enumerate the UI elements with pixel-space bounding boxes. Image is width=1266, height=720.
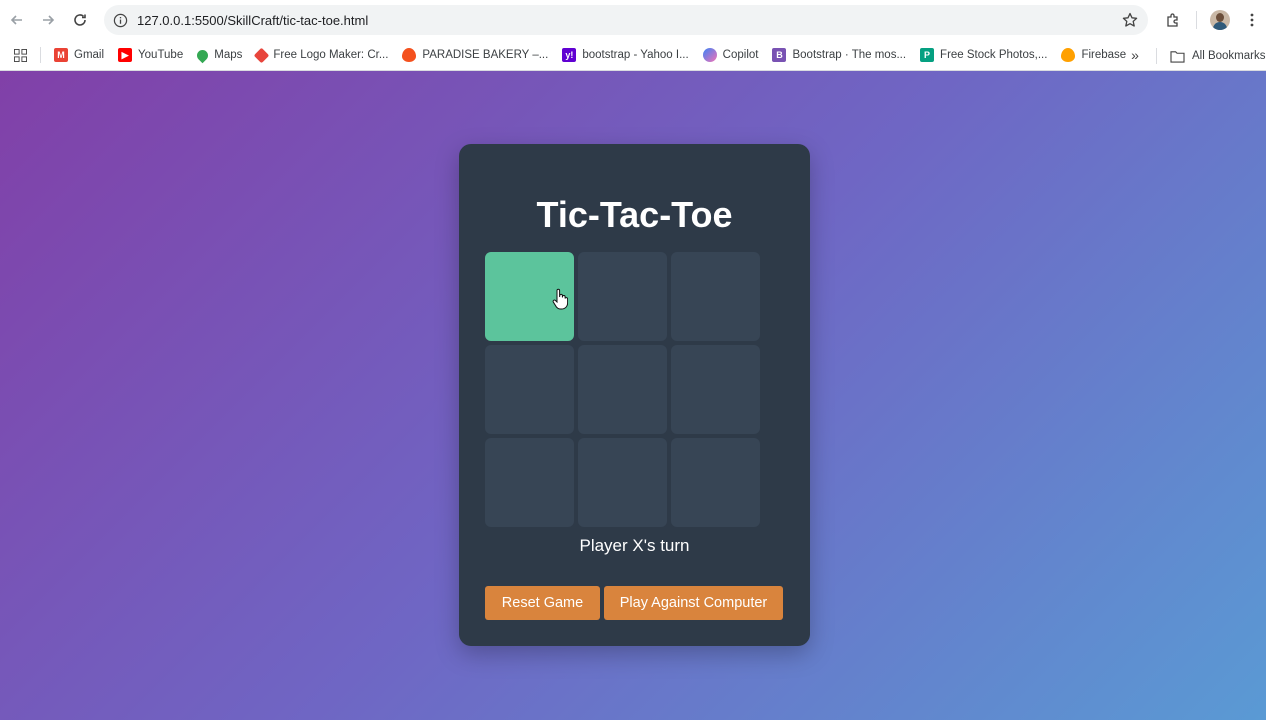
page-background: Tic-Tac-Toe Player X's turn Reset Game P… bbox=[0, 71, 1266, 720]
bookmark-star-icon[interactable] bbox=[1122, 12, 1138, 28]
bookmark-label: Maps bbox=[214, 49, 243, 61]
maps-icon bbox=[194, 47, 211, 63]
bookmarks-divider-right bbox=[1156, 48, 1157, 64]
copilot-icon bbox=[702, 48, 717, 62]
toolbar-divider bbox=[1196, 11, 1197, 29]
address-bar[interactable]: 127.0.0.1:5500/SkillCraft/tic-tac-toe.ht… bbox=[104, 5, 1148, 35]
bookmark-label: Copilot bbox=[722, 49, 759, 61]
turn-status: Player X's turn bbox=[579, 536, 690, 555]
board-cell-7[interactable] bbox=[578, 438, 667, 527]
board-cell-3[interactable] bbox=[485, 345, 574, 434]
bookmark-label: Firebase bbox=[1081, 49, 1127, 61]
puzzle-icon bbox=[1167, 13, 1178, 27]
avatar-face bbox=[1216, 13, 1224, 22]
bookmark-copilot[interactable]: Copilot bbox=[696, 43, 766, 67]
bookmark-logo-maker[interactable]: Free Logo Maker: Cr... bbox=[249, 43, 395, 67]
url-text: 127.0.0.1:5500/SkillCraft/tic-tac-toe.ht… bbox=[137, 12, 369, 28]
bookmark-label: Bootstrap · The mos... bbox=[792, 49, 907, 61]
bookmark-gmail[interactable]: M Gmail bbox=[47, 43, 111, 67]
youtube-icon: ▶ bbox=[118, 48, 133, 62]
more-bookmarks-chevron-icon[interactable]: » bbox=[1126, 44, 1144, 66]
bookmark-paradise-bakery[interactable]: PARADISE BAKERY –... bbox=[395, 43, 555, 67]
all-bookmarks-label: All Bookmarks bbox=[1192, 50, 1266, 62]
flame-icon bbox=[402, 48, 417, 62]
folder-icon bbox=[1170, 50, 1185, 63]
yahoo-icon: y! bbox=[562, 48, 577, 62]
bookmarks-bar: M Gmail ▶ YouTube Maps Free Logo Maker: Cr… bbox=[0, 40, 1266, 71]
bookmark-yahoo[interactable]: y! bootstrap - Yahoo I... bbox=[555, 43, 695, 67]
reload-button[interactable] bbox=[64, 4, 96, 36]
reload-icon bbox=[74, 14, 86, 26]
reset-game-button[interactable]: Reset Game bbox=[485, 586, 600, 620]
bookmark-label: bootstrap - Yahoo I... bbox=[582, 49, 689, 61]
avatar-body bbox=[1213, 22, 1227, 30]
bookmark-maps[interactable]: Maps bbox=[190, 43, 249, 67]
firebase-icon bbox=[1061, 48, 1076, 62]
forward-arrow-icon bbox=[43, 15, 55, 25]
bookmark-label: Gmail bbox=[74, 49, 105, 61]
bookmark-label: PARADISE BAKERY –... bbox=[422, 49, 549, 61]
all-bookmarks-button[interactable]: All Bookmarks bbox=[1163, 44, 1266, 68]
back-button[interactable] bbox=[1, 4, 33, 36]
board-cell-2[interactable] bbox=[671, 252, 760, 341]
profile-avatar[interactable] bbox=[1210, 10, 1230, 30]
bookmark-youtube[interactable]: ▶ YouTube bbox=[111, 43, 190, 67]
board-cell-6[interactable] bbox=[485, 438, 574, 527]
stock-photos-icon: P bbox=[920, 48, 935, 62]
game-board bbox=[485, 252, 760, 527]
extensions-button[interactable] bbox=[1157, 4, 1189, 36]
bookmark-label: Free Stock Photos,... bbox=[940, 49, 1048, 61]
play-against-computer-button[interactable]: Play Against Computer bbox=[604, 586, 783, 620]
back-arrow-icon bbox=[10, 15, 22, 25]
apps-grid-icon bbox=[13, 48, 27, 62]
gmail-icon: M bbox=[54, 48, 68, 62]
game-card: Tic-Tac-Toe Player X's turn Reset Game P… bbox=[459, 144, 810, 646]
forward-button[interactable] bbox=[32, 4, 64, 36]
bookmark-firebase[interactable]: Firebase bbox=[1054, 43, 1133, 67]
browser-toolbar: 127.0.0.1:5500/SkillCraft/tic-tac-toe.ht… bbox=[0, 0, 1266, 40]
hand-pointer-cursor-icon bbox=[552, 288, 568, 310]
menu-button[interactable] bbox=[1236, 4, 1266, 36]
board-cell-4[interactable] bbox=[578, 345, 667, 434]
board-cell-5[interactable] bbox=[671, 345, 760, 434]
kebab-menu-icon bbox=[1250, 13, 1254, 27]
game-title: Tic-Tac-Toe bbox=[536, 194, 733, 235]
apps-grid-button[interactable] bbox=[0, 43, 40, 67]
bookmark-label: Free Logo Maker: Cr... bbox=[273, 49, 389, 61]
board-cell-8[interactable] bbox=[671, 438, 760, 527]
board-cell-1[interactable] bbox=[578, 252, 667, 341]
bookmark-label: YouTube bbox=[138, 49, 184, 61]
bookmark-bootstrap[interactable]: B Bootstrap · The mos... bbox=[765, 43, 913, 67]
bookmark-stock-photos[interactable]: P Free Stock Photos,... bbox=[913, 43, 1054, 67]
site-info-icon[interactable] bbox=[106, 5, 134, 35]
bootstrap-icon: B bbox=[772, 48, 787, 62]
bookmarks-divider bbox=[40, 47, 41, 63]
logo-maker-icon bbox=[254, 47, 270, 63]
